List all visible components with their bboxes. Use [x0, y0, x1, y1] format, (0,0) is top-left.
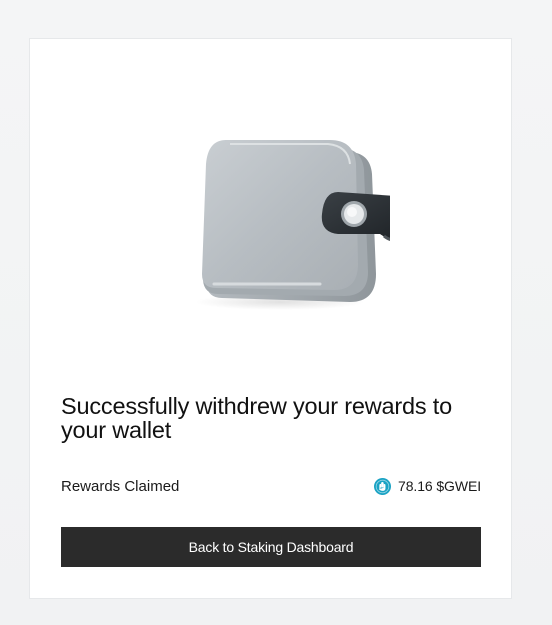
rewards-claimed-row: Rewards Claimed 78.16 $GWEI	[61, 474, 481, 498]
back-to-staking-dashboard-button[interactable]: Back to Staking Dashboard	[61, 527, 481, 567]
rewards-amount: 78.16 $GWEI	[398, 478, 481, 494]
page-title: Successfully withdrew your rewards to yo…	[61, 393, 452, 443]
gwei-token-icon	[374, 477, 392, 495]
rewards-claimed-label: Rewards Claimed	[61, 477, 180, 495]
success-card: Successfully withdrew your rewards to yo…	[29, 38, 512, 599]
rewards-claimed-value: 78.16 $GWEI	[374, 477, 481, 495]
wallet-icon	[170, 134, 413, 314]
